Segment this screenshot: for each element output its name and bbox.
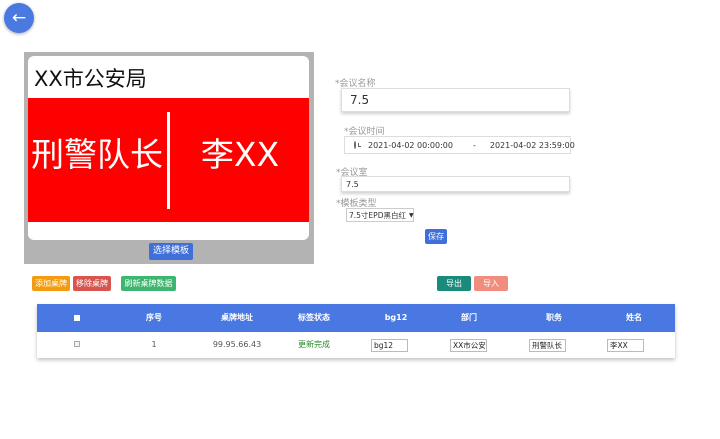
- refresh-nameplate-data-button[interactable]: 刷新桌牌数据: [121, 276, 176, 291]
- cell-status: 更新完成: [298, 340, 330, 349]
- preview-red-banner: 刑警队长 李XX: [28, 98, 309, 222]
- nameplate-table: 序号 桌牌地址 标签状态 bg12 部门 职务 姓名 1 99.95.66.43…: [37, 304, 675, 358]
- remove-nameplate-button[interactable]: 移除桌牌: [73, 276, 111, 291]
- time-end-input[interactable]: 2021-04-02 23:59:00: [490, 141, 575, 150]
- back-button[interactable]: ←: [4, 3, 34, 33]
- cell-position-input[interactable]: 刑警队长: [529, 339, 566, 352]
- export-button[interactable]: 导出: [437, 276, 471, 291]
- meeting-room-input[interactable]: 7.5: [341, 176, 570, 192]
- add-nameplate-button[interactable]: 添加桌牌: [32, 276, 70, 291]
- row-checkbox[interactable]: [74, 341, 80, 347]
- preview-person-name: 李XX: [200, 135, 280, 174]
- meeting-time-range-picker[interactable]: 2021-04-02 00:00:00 - 2021-04-02 23:59:0…: [344, 136, 575, 154]
- time-separator: -: [472, 140, 476, 150]
- chevron-down-icon: ▼: [408, 211, 414, 219]
- column-header-bg12: bg12: [384, 313, 408, 322]
- column-header-department: 部门: [461, 313, 477, 322]
- cell-name-input[interactable]: 李XX: [607, 339, 644, 352]
- cell-index: 1: [151, 340, 157, 349]
- column-header-address: 桌牌地址: [221, 313, 253, 322]
- select-template-button[interactable]: 选择模板: [149, 243, 194, 260]
- time-start-input[interactable]: 2021-04-02 00:00:00: [368, 141, 453, 150]
- table-header: 序号 桌牌地址 标签状态 bg12 部门 职务 姓名: [37, 304, 675, 332]
- select-all-checkbox[interactable]: [74, 315, 80, 321]
- preview-divider: [167, 112, 170, 209]
- save-button[interactable]: 保存: [425, 229, 447, 244]
- meeting-name-input[interactable]: 7.5: [341, 88, 570, 112]
- preview-org-name: XX市公安局: [34, 67, 147, 91]
- nameplate-preview: XX市公安局 刑警队长 李XX: [28, 56, 309, 240]
- column-header-position: 职务: [546, 313, 562, 322]
- column-header-name: 姓名: [626, 313, 642, 322]
- template-type-value: 7.5寸EPD黑白红: [349, 210, 406, 220]
- cell-department-input[interactable]: XX市公安局: [450, 339, 487, 352]
- clock-icon: [354, 141, 361, 149]
- template-type-select[interactable]: 7.5寸EPD黑白红 ▼: [346, 208, 414, 222]
- arrow-left-icon: ←: [11, 8, 27, 28]
- cell-bg12-input[interactable]: bg12: [371, 339, 408, 352]
- column-header-status: 标签状态: [298, 313, 330, 322]
- cell-address: 99.95.66.43: [212, 340, 262, 349]
- column-header-index: 序号: [146, 313, 162, 322]
- nameplate-preview-panel: XX市公安局 刑警队长 李XX 选择模板: [24, 52, 314, 264]
- import-button[interactable]: 导入: [474, 276, 508, 291]
- preview-role: 刑警队长: [31, 135, 163, 174]
